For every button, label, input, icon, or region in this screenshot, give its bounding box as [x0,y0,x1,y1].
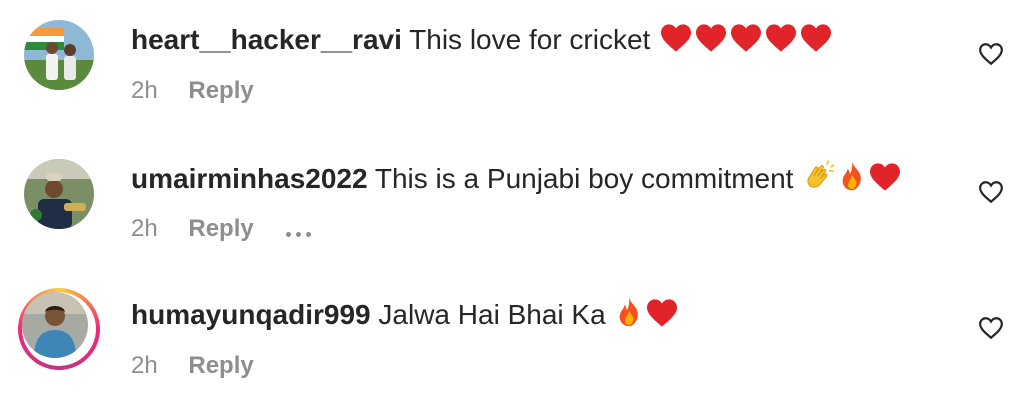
comment-item: humayunqadir999 Jalwa Hai Bhai Ka 2h Rep… [0,275,1024,405]
emoji-group [658,24,833,55]
red-heart-emoji-icon [696,24,727,52]
fire-emoji-icon [620,297,639,327]
emoji-group [801,160,902,194]
comment-item: heart__hacker__ravi This love for cricke… [0,0,1024,130]
avatar-image [24,20,94,90]
comment-text: This is a Punjabi boy commitment [374,163,794,194]
red-heart-emoji-icon [766,24,797,52]
more-options-icon[interactable] [286,215,316,245]
comment-text-line: humayunqadir999 Jalwa Hai Bhai Ka [131,296,679,333]
comment-meta: 2h Reply [131,76,254,106]
comment-item: umairminhas2022 This is a Punjabi boy co… [0,138,1024,268]
comment-text-line: umairminhas2022 This is a Punjabi boy co… [131,160,902,197]
comment-text: This love for cricket [409,24,651,55]
comment-timestamp: 2h [131,77,158,104]
reply-button[interactable]: Reply [188,77,253,104]
comment-text: Jalwa Hai Bhai Ka [378,299,606,330]
red-heart-emoji-icon [661,24,692,52]
fire-emoji-icon [842,161,862,191]
comment-username[interactable]: humayunqadir999 [131,299,371,330]
avatar-image [24,159,94,229]
red-heart-emoji-icon [870,163,901,191]
comment-timestamp: 2h [131,215,158,242]
like-heart-icon[interactable] [978,316,1004,340]
comment-username[interactable]: heart__hacker__ravi [131,24,402,55]
avatar[interactable] [22,292,88,358]
emoji-group [613,297,679,330]
like-heart-icon[interactable] [978,42,1004,66]
avatar[interactable] [24,159,94,229]
comment-username[interactable]: umairminhas2022 [131,163,368,194]
red-heart-emoji-icon [801,24,832,52]
comment-timestamp: 2h [131,352,158,379]
red-heart-emoji-icon [647,299,678,327]
avatar-image [22,292,88,358]
comment-meta: 2h Reply [131,214,316,245]
avatar[interactable] [24,20,94,90]
reply-button[interactable]: Reply [188,352,253,379]
red-heart-emoji-icon [731,24,762,52]
reply-button[interactable]: Reply [188,215,253,242]
like-heart-icon[interactable] [978,180,1004,204]
comment-text-line: heart__hacker__ravi This love for cricke… [131,22,833,58]
comment-meta: 2h Reply [131,351,254,381]
clapping-hands-emoji-icon [807,160,835,188]
